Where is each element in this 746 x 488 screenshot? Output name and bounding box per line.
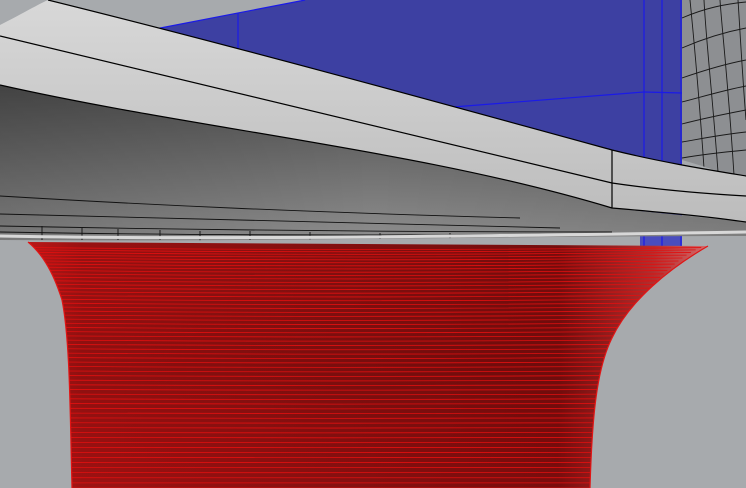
gray-mesh-surface bbox=[682, 0, 746, 180]
3d-viewport[interactable] bbox=[0, 0, 746, 488]
viewport-scene bbox=[0, 0, 746, 488]
